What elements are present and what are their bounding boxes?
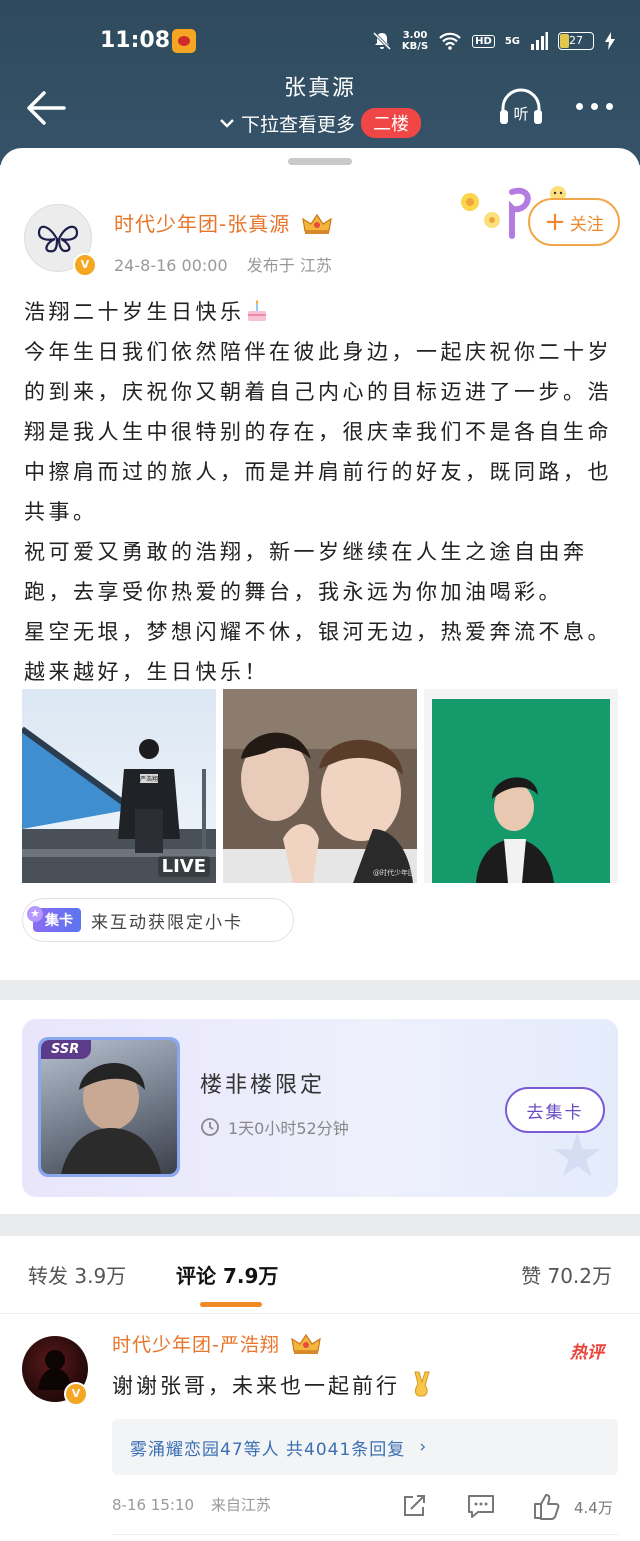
- battery-icon: 27: [558, 32, 594, 50]
- banner-title: 楼非楼限定: [200, 1073, 326, 1098]
- network-type: 5G: [504, 35, 520, 47]
- star-decoration-icon: ★: [550, 1121, 604, 1191]
- status-time: 11:08: [100, 28, 171, 53]
- collect-card-text: 来互动获限定小卡: [91, 912, 243, 933]
- divider: [112, 1534, 618, 1535]
- status-icons: 3.00 KB/S HD 5G 27: [372, 26, 616, 56]
- photo-selfie[interactable]: @时代少年团: [223, 689, 417, 883]
- share-icon: [404, 1495, 425, 1516]
- replies-summary[interactable]: 雾涌耀恋园47等人 共4041条回复 ›: [112, 1419, 618, 1475]
- limited-card-section: SSR 楼非楼限定 1天0小时52分钟 去集卡 ★: [0, 1000, 640, 1214]
- chevron-right-icon: ›: [419, 1437, 428, 1457]
- collect-card-chip[interactable]: 集卡 来互动获限定小卡: [22, 898, 294, 942]
- birthday-cake-icon: [247, 300, 266, 321]
- divider: [0, 1313, 640, 1314]
- stadium-photo-image: 严浩翔: [22, 689, 216, 883]
- verified-v-icon: V: [73, 253, 97, 277]
- comment-actions: 4.4万: [400, 1492, 620, 1524]
- comment-button[interactable]: [466, 1492, 496, 1522]
- post-author[interactable]: 时代少年团-张真源: [114, 208, 332, 237]
- photo-watermark: @时代少年团: [373, 868, 415, 877]
- comment-icon: [468, 1495, 494, 1518]
- active-tab-indicator: [200, 1302, 262, 1307]
- post-paragraph: 今年生日我们依然陪伴在彼此身边，一起庆祝你二十岁的到来，庆祝你又朝着自己内心的目…: [24, 340, 612, 524]
- post-paragraph: 浩翔二十岁生日快乐: [24, 292, 616, 332]
- author-avatar[interactable]: V: [24, 204, 97, 277]
- comment-author[interactable]: 时代少年团-严浩翔: [112, 1330, 321, 1357]
- plus-icon: +: [544, 207, 566, 237]
- comment-location: 来自江苏: [210, 1496, 271, 1514]
- charging-icon: [605, 32, 615, 50]
- mute-bell-icon: [372, 31, 391, 51]
- svg-text:听: 听: [513, 105, 528, 123]
- hot-comment-badge: 热评: [570, 1343, 604, 1363]
- countdown: 1天0小时52分钟: [200, 1115, 349, 1139]
- like-icon: [534, 1494, 560, 1520]
- verified-v-icon: V: [64, 1382, 88, 1406]
- more-button[interactable]: [576, 96, 616, 116]
- listen-button[interactable]: 听: [498, 88, 544, 128]
- share-button[interactable]: [400, 1492, 428, 1522]
- comment-text: 谢谢张哥，未来也一起前行: [112, 1370, 436, 1400]
- hd-icon: HD: [472, 34, 495, 48]
- like-button[interactable]: [532, 1492, 562, 1522]
- countdown-text: 1天0小时52分钟: [228, 1119, 349, 1138]
- selfie-photo-image: @时代少年团: [223, 689, 417, 883]
- like-count: 4.4万: [574, 1499, 613, 1517]
- greenscreen-photo-image: [424, 689, 618, 883]
- tab-comments[interactable]: 评论 7.9万: [176, 1260, 278, 1289]
- follow-button[interactable]: + 关注: [528, 198, 620, 246]
- comments-section: 转发 3.9万 评论 7.9万 赞 70.2万 V 时代少年团-严浩翔 热评 谢…: [0, 1236, 640, 1541]
- post-meta: 24-8-16 00:00 发布于 江苏: [114, 252, 332, 276]
- photo-grid: 严浩翔 LIVE @时代少年团: [22, 689, 618, 883]
- comment-meta: 8-16 15:10 来自江苏: [112, 1494, 271, 1515]
- weibo-notification-icon: [172, 29, 196, 53]
- drag-handle[interactable]: [288, 158, 352, 165]
- replies-summary-text: 雾涌耀恋园47等人 共4041条回复: [130, 1439, 406, 1460]
- ssr-label: SSR: [41, 1040, 92, 1059]
- floor-badge[interactable]: 二楼: [361, 108, 421, 138]
- victory-hand-icon: [414, 1371, 430, 1397]
- tab-likes[interactable]: 赞 70.2万: [521, 1260, 612, 1289]
- photo-greenscreen[interactable]: [424, 689, 618, 883]
- pull-down-hint[interactable]: 下拉查看更多 二楼: [0, 108, 640, 138]
- svg-text:严浩翔: 严浩翔: [140, 775, 158, 783]
- vip-crown-icon: [291, 1333, 321, 1354]
- post-paragraph: 祝可爱又勇敢的浩翔，新一岁继续在人生之途自由奔跑，去享受你热爱的舞台，我永远为你…: [24, 540, 588, 604]
- photo-stadium[interactable]: 严浩翔 LIVE: [22, 689, 216, 883]
- ssr-card-image: SSR: [41, 1040, 177, 1174]
- butterfly-logo-icon: [37, 225, 79, 253]
- status-bar: 11:08 3.00 KB/S HD 5G 27: [0, 26, 640, 60]
- signal-icon: [531, 32, 548, 50]
- collect-card-badge: 集卡: [27, 906, 81, 932]
- post-card: V 时代少年团-张真源 24-8-16 00:00 发布于 江苏 + 关注 浩翔二…: [0, 148, 640, 980]
- top-bar: 11:08 3.00 KB/S HD 5G 27 张真源 下拉查看更多 二楼 听: [0, 0, 640, 165]
- clock-icon: [201, 1118, 219, 1136]
- post-location: 发布于 江苏: [246, 256, 332, 275]
- more-dots-icon: [576, 102, 583, 110]
- chevron-down-icon: [220, 119, 234, 128]
- wifi-icon: [439, 32, 461, 50]
- comment-avatar[interactable]: V: [22, 1336, 88, 1406]
- post-date: 24-8-16 00:00: [114, 256, 228, 275]
- limited-card-banner[interactable]: SSR 楼非楼限定 1天0小时52分钟 去集卡 ★: [22, 1019, 618, 1197]
- page-title: 张真源: [283, 76, 356, 101]
- net-speed: 3.00 KB/S: [401, 30, 429, 52]
- tab-reposts[interactable]: 转发 3.9万: [28, 1260, 126, 1289]
- headphones-listen-icon: 听: [500, 88, 542, 124]
- live-label: LIVE: [157, 856, 210, 877]
- ssr-card[interactable]: SSR: [38, 1037, 180, 1177]
- vip-crown-icon: [301, 213, 332, 234]
- pull-down-text: 下拉查看更多: [240, 113, 355, 136]
- comment-date: 8-16 15:10: [112, 1496, 195, 1514]
- post-paragraph: 星空无垠，梦想闪耀不休，银河无边，热爱奔流不息。越来越好，生日快乐！: [24, 620, 612, 684]
- post-body: 浩翔二十岁生日快乐 今年生日我们依然陪伴在彼此身边，一起庆祝你二十岁的到来，庆祝…: [24, 292, 616, 692]
